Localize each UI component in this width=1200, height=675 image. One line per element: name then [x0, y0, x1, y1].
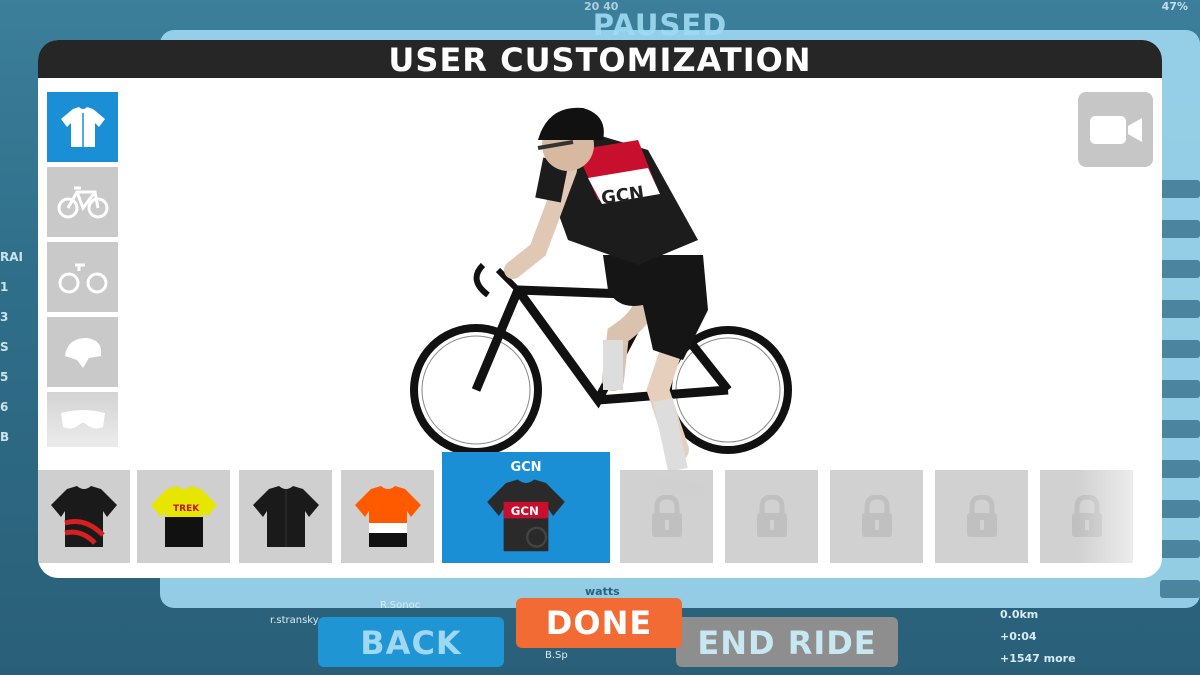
glasses-icon	[60, 409, 105, 429]
jersey-option[interactable]: TREK	[137, 470, 230, 563]
watts-axis-label: watts	[585, 585, 620, 598]
camera-button[interactable]	[1078, 92, 1153, 167]
svg-text:TREK: TREK	[173, 504, 200, 514]
camera-icon	[1089, 115, 1142, 144]
lock-icon	[966, 494, 997, 537]
locked-jersey-option[interactable]	[620, 470, 713, 563]
lock-icon	[861, 494, 892, 537]
rider-name-2: B.Sp	[545, 650, 568, 661]
tab-frame[interactable]	[47, 167, 118, 237]
jersey-thumbnail	[354, 485, 421, 547]
jersey-thumbnail: GCN	[487, 479, 565, 551]
right-stats: 0.0km +0:04 +1547 more	[1000, 608, 1076, 665]
svg-text:GCN: GCN	[511, 503, 539, 517]
locked-jersey-option[interactable]	[935, 470, 1028, 563]
jersey-option[interactable]	[341, 470, 434, 563]
tab-wheels[interactable]	[47, 242, 118, 312]
locked-jersey-option[interactable]	[725, 470, 818, 563]
grade-percent: 47%	[1161, 0, 1188, 13]
jersey-option-selected[interactable]: GCN GCN	[442, 452, 610, 563]
paused-title: PAUSED	[592, 8, 728, 42]
bike-frame-icon	[57, 186, 108, 219]
left-leaderboard: RAI 1 3 S 5 6 B	[0, 250, 23, 444]
customization-tabs	[47, 92, 119, 452]
jersey-icon	[60, 107, 105, 147]
lock-icon	[756, 494, 787, 537]
jersey-option[interactable]	[239, 470, 332, 563]
wheels-icon	[58, 263, 107, 294]
lock-icon	[651, 494, 682, 537]
done-button[interactable]: DONE	[516, 598, 682, 648]
jersey-thumbnail	[252, 485, 319, 547]
jersey-thumbnail	[50, 485, 117, 547]
tab-jersey[interactable]	[47, 92, 118, 162]
rider-name-1: r.stransky	[270, 615, 319, 626]
end-ride-button[interactable]: END RIDE	[676, 617, 898, 667]
jersey-thumbnail: TREK	[150, 485, 217, 547]
modal-title: USER CUSTOMIZATION	[38, 40, 1162, 79]
jersey-option[interactable]	[38, 470, 130, 563]
back-button[interactable]: BACK	[318, 617, 504, 667]
rider-name-3: R.Sonoc	[380, 600, 421, 611]
tab-helmet[interactable]	[47, 317, 118, 387]
user-customization-modal: USER CUSTOMIZATION GCN TREK GCN GCN	[38, 40, 1162, 578]
locked-jersey-option[interactable]	[830, 470, 923, 563]
tab-glasses[interactable]	[47, 392, 118, 447]
right-riders-list	[1160, 180, 1200, 650]
carousel-fade	[1078, 450, 1162, 570]
helmet-icon	[64, 338, 101, 368]
jersey-label: GCN	[510, 459, 542, 475]
jersey-carousel: TREK GCN GCN	[38, 450, 1162, 565]
